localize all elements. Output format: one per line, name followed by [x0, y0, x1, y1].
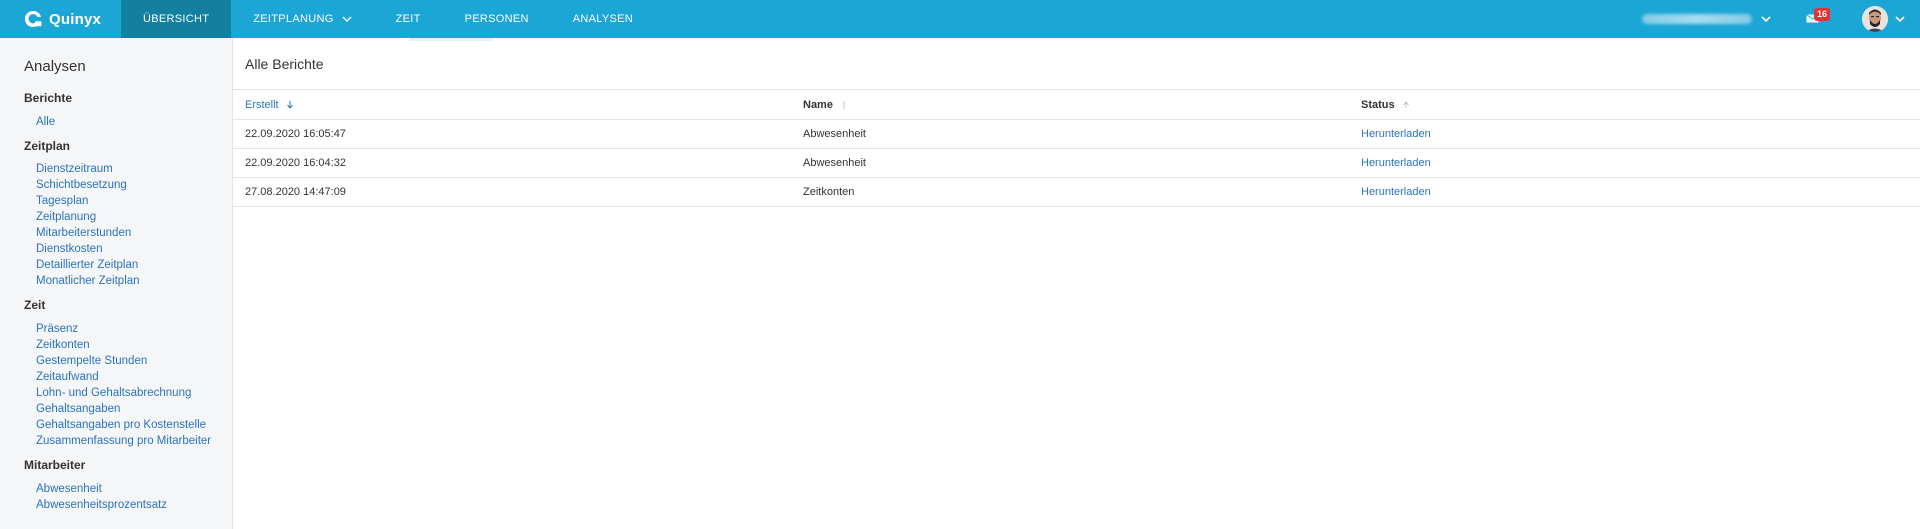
column-header-name[interactable]: Name: [803, 90, 847, 120]
download-link[interactable]: Herunterladen: [1361, 120, 1431, 149]
sidebar-group-zeit: Zeit: [24, 298, 46, 312]
sort-descending-icon: [286, 101, 293, 109]
cell-name: Abwesenheit: [803, 128, 866, 140]
sidebar-item-zusammenfassung-mitarbeiter[interactable]: Zusammenfassung pro Mitarbeiter: [36, 435, 211, 447]
nav-item-zeit[interactable]: ZEIT: [374, 0, 443, 38]
sidebar-item-lohn-gehaltsabrechnung[interactable]: Lohn- und Gehaltsabrechnung: [36, 387, 191, 399]
sort-icon: [843, 101, 845, 110]
page-title: Alle Berichte: [245, 56, 324, 72]
sidebar-item-mitarbeiterstunden[interactable]: Mitarbeiterstunden: [36, 227, 131, 239]
reports-table: Erstellt Name Status 22.09.2020 16:05:47…: [233, 89, 1920, 207]
cell-name: Zeitkonten: [803, 186, 855, 198]
chevron-down-icon[interactable]: [1760, 13, 1772, 25]
table-row: 27.08.2020 14:47:09 Zeitkonten Herunterl…: [233, 178, 1920, 207]
nav-item-zeitplanung[interactable]: ZEITPLANUNG: [231, 0, 373, 38]
sidebar-item-alle[interactable]: Alle: [36, 116, 55, 128]
sidebar-item-monatlicher-zeitplan[interactable]: Monatlicher Zeitplan: [36, 275, 140, 287]
sidebar-item-gehaltsangaben-kostenstelle[interactable]: Gehaltsangaben pro Kostenstelle: [36, 419, 206, 431]
sidebar-item-abwesenheitsprozentsatz[interactable]: Abwesenheitsprozentsatz: [36, 499, 167, 511]
column-header-erstellt[interactable]: Erstellt: [245, 90, 293, 120]
sidebar-item-tagesplan[interactable]: Tagesplan: [36, 195, 88, 207]
sidebar-item-schichtbesetzung[interactable]: Schichtbesetzung: [36, 179, 127, 191]
sidebar-item-abwesenheit[interactable]: Abwesenheit: [36, 483, 102, 495]
main-nav: ÜBERSICHT ZEITPLANUNG ZEIT PERSONEN ANAL…: [121, 0, 655, 38]
sidebar-item-zeitaufwand[interactable]: Zeitaufwand: [36, 371, 99, 383]
cell-created: 22.09.2020 16:05:47: [245, 128, 346, 140]
cell-created: 27.08.2020 14:47:09: [245, 186, 346, 198]
chevron-down-icon[interactable]: [1894, 13, 1906, 25]
sidebar-item-dienstzeitraum[interactable]: Dienstzeitraum: [36, 163, 113, 175]
chevron-down-icon: [342, 16, 352, 23]
table-row: 22.09.2020 16:04:32 Abwesenheit Herunter…: [233, 149, 1920, 178]
sidebar-item-zeitplanung[interactable]: Zeitplanung: [36, 211, 96, 223]
nav-item-personen[interactable]: PERSONEN: [443, 0, 551, 38]
sidebar-item-dienstkosten[interactable]: Dienstkosten: [36, 243, 102, 255]
top-right-controls: 16: [1642, 0, 1920, 38]
sidebar-group-berichte: Berichte: [24, 91, 73, 105]
sort-icon: [1402, 101, 1409, 109]
cell-created: 22.09.2020 16:04:32: [245, 157, 346, 169]
table-row: 22.09.2020 16:05:47 Abwesenheit Herunter…: [233, 120, 1920, 149]
download-link[interactable]: Herunterladen: [1361, 149, 1431, 178]
table-header: Erstellt Name Status: [233, 90, 1920, 120]
cell-name: Abwesenheit: [803, 157, 866, 169]
sidebar-item-zeitkonten[interactable]: Zeitkonten: [36, 339, 90, 351]
main-content: Alle Berichte Erstellt Name Status 22.09…: [233, 38, 1920, 529]
sidebar-group-mitarbeiter: Mitarbeiter: [24, 458, 86, 472]
sidebar-item-gestempelte-stunden[interactable]: Gestempelte Stunden: [36, 355, 147, 367]
brand-logo[interactable]: Quinyx: [0, 0, 121, 38]
sidebar: Analysen Berichte Alle Zeitplan Dienstze…: [0, 38, 233, 529]
notifications-button[interactable]: 16: [1802, 8, 1830, 29]
sidebar-item-detaillierter-zeitplan[interactable]: Detaillierter Zeitplan: [36, 259, 138, 271]
top-bar: Quinyx ÜBERSICHT ZEITPLANUNG ZEIT PERSON…: [0, 0, 1920, 38]
sidebar-item-gehaltsangaben[interactable]: Gehaltsangaben: [36, 403, 120, 415]
nav-item-uebersicht[interactable]: ÜBERSICHT: [121, 0, 232, 38]
nav-item-analysen[interactable]: ANALYSEN: [551, 0, 655, 38]
sidebar-title: Analysen: [24, 58, 86, 75]
avatar[interactable]: [1862, 6, 1888, 32]
download-link[interactable]: Herunterladen: [1361, 178, 1431, 207]
brand-name: Quinyx: [49, 10, 102, 28]
quinyx-logo-icon: [24, 10, 42, 27]
sidebar-item-praesenz[interactable]: Präsenz: [36, 323, 78, 335]
avatar-image: [1862, 6, 1888, 32]
sidebar-group-zeitplan: Zeitplan: [24, 139, 71, 153]
blurred-user-name[interactable]: [1642, 14, 1752, 24]
column-header-status[interactable]: Status: [1361, 90, 1409, 120]
notification-badge: 16: [1814, 8, 1830, 21]
